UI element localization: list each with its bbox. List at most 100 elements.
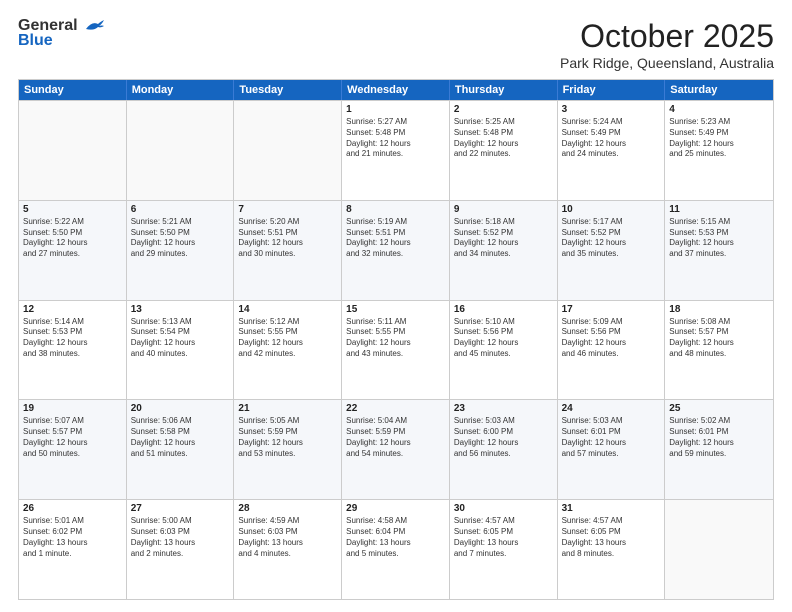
day-number: 4 — [669, 104, 769, 115]
day-info: Sunrise: 5:27 AM Sunset: 5:48 PM Dayligh… — [346, 117, 445, 160]
weekday-header-sunday: Sunday — [19, 80, 127, 100]
day-cell-9: 9 Sunrise: 5:18 AM Sunset: 5:52 PM Daylig… — [450, 201, 558, 300]
day-number: 11 — [669, 204, 769, 215]
day-number: 30 — [454, 503, 553, 514]
day-cell-10: 10Sunrise: 5:17 AM Sunset: 5:52 PM Dayli… — [558, 201, 666, 300]
day-cell-14: 14 Sunrise: 5:12 AM Sunset: 5:55 PM Dayli… — [234, 301, 342, 400]
day-cell-15: 15Sunrise: 5:11 AM Sunset: 5:55 PM Dayli… — [342, 301, 450, 400]
calendar-row-2: 5Sunrise: 5:22 AM Sunset: 5:50 PM Daylig… — [19, 200, 773, 300]
month-title: October 2025 — [560, 18, 774, 55]
day-info: Sunrise: 5:20 AM Sunset: 5:51 PM Dayligh… — [238, 217, 337, 260]
day-info: Sunrise: 5:25 AM Sunset: 5:48 PM Dayligh… — [454, 117, 553, 160]
weekday-header-wednesday: Wednesday — [342, 80, 450, 100]
day-cell-3: 3Sunrise: 5:24 AM Sunset: 5:49 PM Daylig… — [558, 101, 666, 200]
day-cell-6: 6 Sunrise: 5:21 AM Sunset: 5:50 PM Daylig… — [127, 201, 235, 300]
day-cell-27: 27 Sunrise: 5:00 AM Sunset: 6:03 PM Dayli… — [127, 500, 235, 599]
weekday-header-saturday: Saturday — [665, 80, 773, 100]
calendar-row-1: 1 Sunrise: 5:27 AM Sunset: 5:48 PM Daylig… — [19, 100, 773, 200]
day-cell-21: 21 Sunrise: 5:05 AM Sunset: 5:59 PM Dayli… — [234, 400, 342, 499]
day-number: 8 — [346, 204, 445, 215]
day-info: Sunrise: 5:10 AM Sunset: 5:56 PM Dayligh… — [454, 317, 553, 360]
empty-cell — [19, 101, 127, 200]
day-info: Sunrise: 5:02 AM Sunset: 6:01 PM Dayligh… — [669, 416, 769, 459]
day-number: 7 — [238, 204, 337, 215]
day-info: Sunrise: 4:58 AM Sunset: 6:04 PM Dayligh… — [346, 516, 445, 559]
day-cell-19: 19 Sunrise: 5:07 AM Sunset: 5:57 PM Dayli… — [19, 400, 127, 499]
day-number: 20 — [131, 403, 230, 414]
day-info: Sunrise: 5:04 AM Sunset: 5:59 PM Dayligh… — [346, 416, 445, 459]
calendar-page: General Blue October 2025 Park Ridge, Qu… — [0, 0, 792, 612]
day-info: Sunrise: 5:00 AM Sunset: 6:03 PM Dayligh… — [131, 516, 230, 559]
day-number: 27 — [131, 503, 230, 514]
calendar-body: 1 Sunrise: 5:27 AM Sunset: 5:48 PM Daylig… — [19, 100, 773, 599]
day-info: Sunrise: 5:17 AM Sunset: 5:52 PM Dayligh… — [562, 217, 661, 260]
day-cell-18: 18 Sunrise: 5:08 AM Sunset: 5:57 PM Dayli… — [665, 301, 773, 400]
day-number: 5 — [23, 204, 122, 215]
day-number: 21 — [238, 403, 337, 414]
day-cell-23: 23Sunrise: 5:03 AM Sunset: 6:00 PM Dayli… — [450, 400, 558, 499]
day-info: Sunrise: 5:13 AM Sunset: 5:54 PM Dayligh… — [131, 317, 230, 360]
day-number: 1 — [346, 104, 445, 115]
calendar-row-5: 26 Sunrise: 5:01 AM Sunset: 6:02 PM Dayli… — [19, 499, 773, 599]
day-cell-28: 28 Sunrise: 4:59 AM Sunset: 6:03 PM Dayli… — [234, 500, 342, 599]
calendar-row-3: 12Sunrise: 5:14 AM Sunset: 5:53 PM Dayli… — [19, 300, 773, 400]
day-cell-26: 26 Sunrise: 5:01 AM Sunset: 6:02 PM Dayli… — [19, 500, 127, 599]
day-info: Sunrise: 4:59 AM Sunset: 6:03 PM Dayligh… — [238, 516, 337, 559]
day-number: 14 — [238, 304, 337, 315]
day-number: 12 — [23, 304, 122, 315]
day-cell-16: 16 Sunrise: 5:10 AM Sunset: 5:56 PM Dayli… — [450, 301, 558, 400]
weekday-header-tuesday: Tuesday — [234, 80, 342, 100]
day-cell-1: 1 Sunrise: 5:27 AM Sunset: 5:48 PM Daylig… — [342, 101, 450, 200]
day-info: Sunrise: 5:06 AM Sunset: 5:58 PM Dayligh… — [131, 416, 230, 459]
day-info: Sunrise: 5:05 AM Sunset: 5:59 PM Dayligh… — [238, 416, 337, 459]
day-info: Sunrise: 5:01 AM Sunset: 6:02 PM Dayligh… — [23, 516, 122, 559]
calendar-header: SundayMondayTuesdayWednesdayThursdayFrid… — [19, 80, 773, 100]
day-info: Sunrise: 5:21 AM Sunset: 5:50 PM Dayligh… — [131, 217, 230, 260]
day-number: 29 — [346, 503, 445, 514]
day-number: 31 — [562, 503, 661, 514]
day-cell-25: 25 Sunrise: 5:02 AM Sunset: 6:01 PM Dayli… — [665, 400, 773, 499]
weekday-header-thursday: Thursday — [450, 80, 558, 100]
weekday-header-friday: Friday — [558, 80, 666, 100]
day-cell-4: 4 Sunrise: 5:23 AM Sunset: 5:49 PM Daylig… — [665, 101, 773, 200]
day-cell-17: 17 Sunrise: 5:09 AM Sunset: 5:56 PM Dayli… — [558, 301, 666, 400]
day-cell-20: 20 Sunrise: 5:06 AM Sunset: 5:58 PM Dayli… — [127, 400, 235, 499]
day-info: Sunrise: 5:15 AM Sunset: 5:53 PM Dayligh… — [669, 217, 769, 260]
day-info: Sunrise: 5:12 AM Sunset: 5:55 PM Dayligh… — [238, 317, 337, 360]
day-info: Sunrise: 5:09 AM Sunset: 5:56 PM Dayligh… — [562, 317, 661, 360]
day-cell-30: 30 Sunrise: 4:57 AM Sunset: 6:05 PM Dayli… — [450, 500, 558, 599]
day-info: Sunrise: 5:19 AM Sunset: 5:51 PM Dayligh… — [346, 217, 445, 260]
day-number: 26 — [23, 503, 122, 514]
day-number: 9 — [454, 204, 553, 215]
day-cell-13: 13 Sunrise: 5:13 AM Sunset: 5:54 PM Dayli… — [127, 301, 235, 400]
day-cell-12: 12Sunrise: 5:14 AM Sunset: 5:53 PM Dayli… — [19, 301, 127, 400]
day-number: 23 — [454, 403, 553, 414]
day-number: 28 — [238, 503, 337, 514]
day-number: 16 — [454, 304, 553, 315]
day-number: 18 — [669, 304, 769, 315]
day-number: 22 — [346, 403, 445, 414]
day-cell-11: 11 Sunrise: 5:15 AM Sunset: 5:53 PM Dayli… — [665, 201, 773, 300]
day-info: Sunrise: 5:23 AM Sunset: 5:49 PM Dayligh… — [669, 117, 769, 160]
day-cell-31: 31Sunrise: 4:57 AM Sunset: 6:05 PM Dayli… — [558, 500, 666, 599]
day-number: 25 — [669, 403, 769, 414]
day-cell-2: 2Sunrise: 5:25 AM Sunset: 5:48 PM Daylig… — [450, 101, 558, 200]
day-info: Sunrise: 5:08 AM Sunset: 5:57 PM Dayligh… — [669, 317, 769, 360]
day-number: 6 — [131, 204, 230, 215]
logo: General Blue — [18, 18, 106, 50]
logo-blue: Blue — [18, 32, 53, 50]
day-number: 3 — [562, 104, 661, 115]
day-info: Sunrise: 5:03 AM Sunset: 6:01 PM Dayligh… — [562, 416, 661, 459]
weekday-header-monday: Monday — [127, 80, 235, 100]
day-info: Sunrise: 5:07 AM Sunset: 5:57 PM Dayligh… — [23, 416, 122, 459]
day-number: 13 — [131, 304, 230, 315]
day-info: Sunrise: 4:57 AM Sunset: 6:05 PM Dayligh… — [454, 516, 553, 559]
empty-cell — [234, 101, 342, 200]
day-number: 19 — [23, 403, 122, 414]
day-info: Sunrise: 5:18 AM Sunset: 5:52 PM Dayligh… — [454, 217, 553, 260]
day-number: 17 — [562, 304, 661, 315]
empty-cell — [127, 101, 235, 200]
day-cell-7: 7 Sunrise: 5:20 AM Sunset: 5:51 PM Daylig… — [234, 201, 342, 300]
day-cell-5: 5Sunrise: 5:22 AM Sunset: 5:50 PM Daylig… — [19, 201, 127, 300]
calendar-row-4: 19 Sunrise: 5:07 AM Sunset: 5:57 PM Dayli… — [19, 399, 773, 499]
